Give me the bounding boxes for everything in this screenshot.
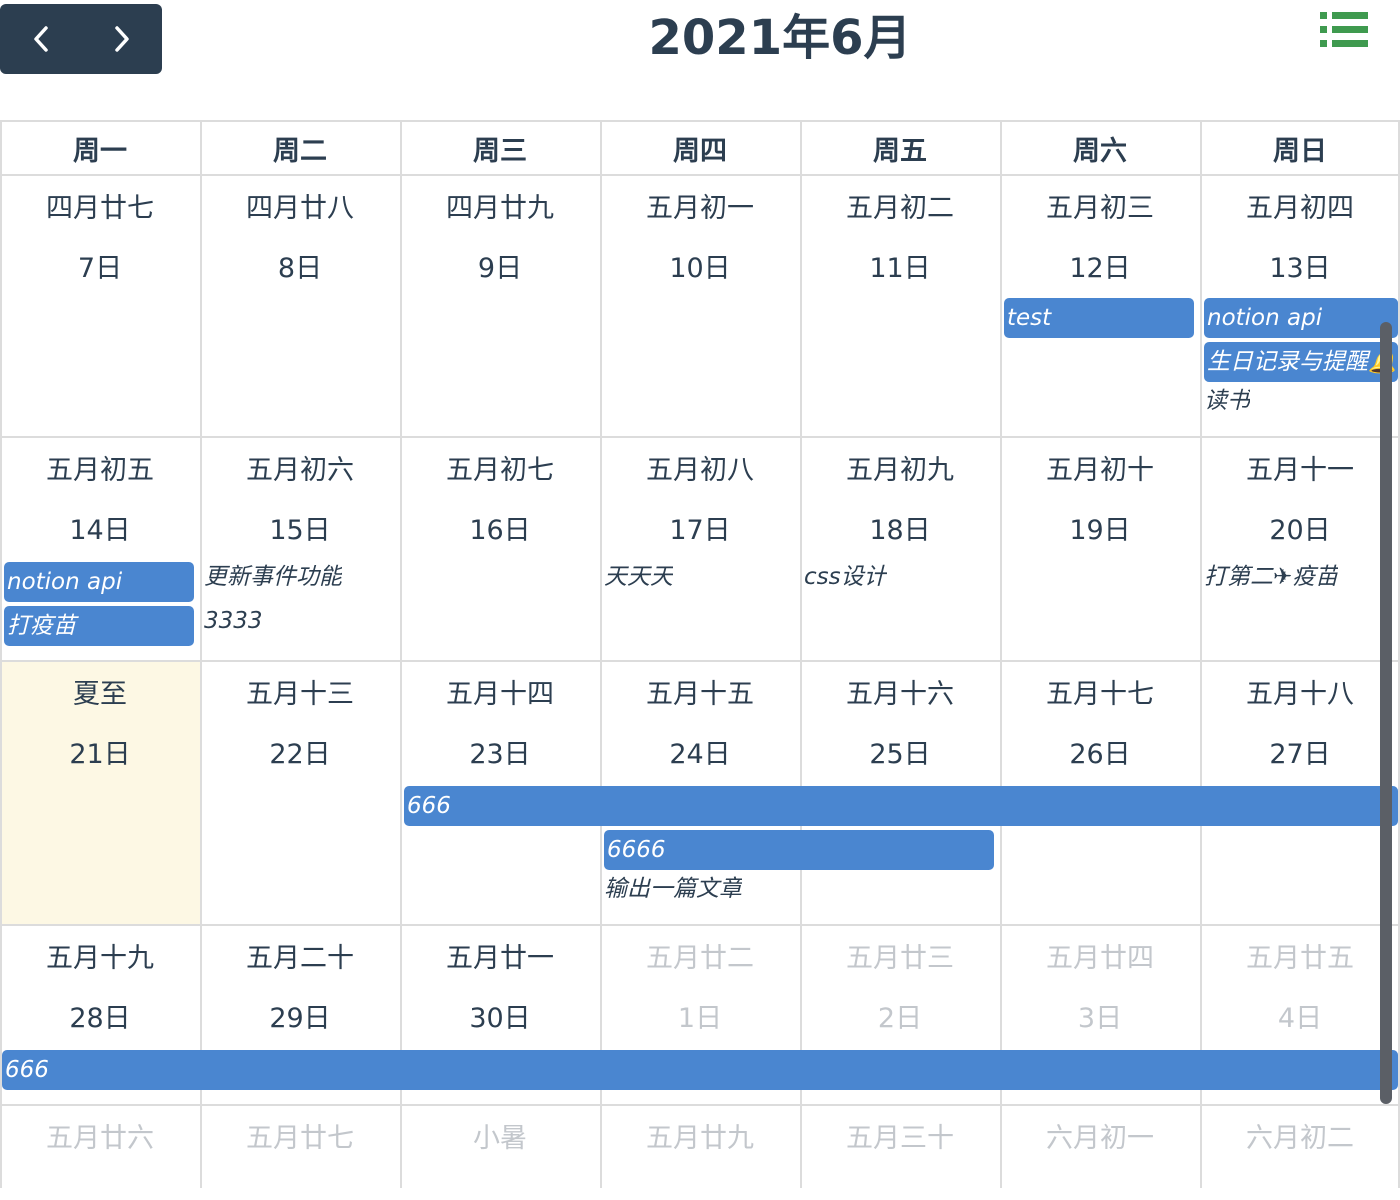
lunar-date: 五月初二 xyxy=(846,193,954,224)
event-bar[interactable]: 打疫苗 xyxy=(4,606,194,646)
lunar-date: 五月初九 xyxy=(846,455,954,486)
lunar-date: 五月初三 xyxy=(1046,193,1154,224)
lunar-date: 五月十五 xyxy=(646,679,754,710)
solar-date: 2日 xyxy=(877,1003,923,1034)
chevron-left-icon xyxy=(33,26,48,52)
scrollbar-thumb[interactable] xyxy=(1380,322,1392,1104)
solar-date: 25日 xyxy=(869,739,931,770)
lunar-date: 五月廿七 xyxy=(246,1123,354,1154)
event-bar[interactable]: test xyxy=(1004,298,1194,338)
solar-date: 14日 xyxy=(69,515,131,546)
lunar-date: 夏至 xyxy=(73,679,127,710)
lunar-date: 五月初八 xyxy=(646,455,754,486)
solar-date: 23日 xyxy=(469,739,531,770)
solar-date: 20日 xyxy=(1269,515,1331,546)
lunar-date: 五月廿一 xyxy=(446,943,554,974)
solar-date: 8日 xyxy=(277,253,323,284)
lunar-date: 五月十九 xyxy=(46,943,154,974)
event-text[interactable]: 天天天 xyxy=(604,562,673,592)
lunar-date: 六月初一 xyxy=(1046,1123,1154,1154)
event-bar[interactable]: 666 xyxy=(404,786,1398,826)
weekday-header: 周一 xyxy=(73,135,127,167)
lunar-date: 四月廿七 xyxy=(46,193,154,224)
lunar-date: 四月廿八 xyxy=(246,193,354,224)
solar-date: 18日 xyxy=(869,515,931,546)
lunar-date: 五月廿五 xyxy=(1246,943,1354,974)
solar-date: 11日 xyxy=(869,253,931,284)
lunar-date: 五月十一 xyxy=(1246,455,1354,486)
event-bar[interactable]: 666 xyxy=(2,1050,1398,1090)
solar-date: 17日 xyxy=(669,515,731,546)
solar-date: 27日 xyxy=(1269,739,1331,770)
lunar-date: 五月廿四 xyxy=(1046,943,1154,974)
lunar-date: 五月廿二 xyxy=(646,943,754,974)
solar-date: 28日 xyxy=(69,1003,131,1034)
solar-date: 13日 xyxy=(1269,253,1331,284)
event-bar[interactable]: 生日记录与提醒🔔 xyxy=(1204,342,1398,382)
lunar-date: 五月十七 xyxy=(1046,679,1154,710)
event-bar[interactable]: 6666 xyxy=(604,830,994,870)
solar-date: 29日 xyxy=(269,1003,331,1034)
solar-date: 15日 xyxy=(269,515,331,546)
month-nav-group xyxy=(0,4,162,74)
event-text[interactable]: 读书 xyxy=(1204,386,1250,416)
event-text[interactable]: 更新事件功能 xyxy=(204,562,342,592)
lunar-date: 四月廿九 xyxy=(446,193,554,224)
calendar-grid: 周一 周二 周三 周四 周五 周六 周日 四月廿七 7日 四月廿八 8日 四月廿九 9日 五月初一 10日五… xyxy=(0,120,1400,1188)
lunar-date: 五月初六 xyxy=(246,455,354,486)
lunar-date: 五月初七 xyxy=(446,455,554,486)
event-text[interactable]: 打第二✈疫苗 xyxy=(1204,562,1338,592)
solar-date: 12日 xyxy=(1069,253,1131,284)
calendar-title: 2021年6月 xyxy=(648,10,912,66)
solar-date: 9日 xyxy=(477,253,523,284)
event-bar[interactable]: notion api xyxy=(1204,298,1398,338)
lunar-date: 五月初五 xyxy=(46,455,154,486)
lunar-date: 五月廿六 xyxy=(46,1123,154,1154)
weekday-header: 周四 xyxy=(673,135,727,167)
solar-date: 10日 xyxy=(669,253,731,284)
next-month-button[interactable] xyxy=(81,4,162,74)
lunar-date: 五月廿三 xyxy=(846,943,954,974)
lunar-date: 五月十八 xyxy=(1246,679,1354,710)
lunar-date: 五月十六 xyxy=(846,679,954,710)
event-text[interactable]: css设计 xyxy=(804,562,887,592)
solar-date: 1日 xyxy=(677,1003,723,1034)
lunar-date: 五月二十 xyxy=(246,943,354,974)
lunar-date: 五月初四 xyxy=(1246,193,1354,224)
lunar-date: 六月初二 xyxy=(1246,1123,1354,1154)
lunar-date: 小暑 xyxy=(473,1123,527,1154)
weekday-header: 周日 xyxy=(1273,135,1327,167)
weekday-header: 周二 xyxy=(273,135,327,167)
solar-date: 3日 xyxy=(1077,1003,1123,1034)
solar-date: 22日 xyxy=(269,739,331,770)
solar-date: 16日 xyxy=(469,515,531,546)
solar-date: 7日 xyxy=(77,253,123,284)
solar-date: 26日 xyxy=(1069,739,1131,770)
chevron-right-icon xyxy=(114,26,129,52)
solar-date: 24日 xyxy=(669,739,731,770)
list-icon[interactable] xyxy=(1318,10,1370,50)
solar-date: 30日 xyxy=(469,1003,531,1034)
lunar-date: 五月三十 xyxy=(846,1123,954,1154)
lunar-date: 五月十三 xyxy=(246,679,354,710)
lunar-date: 五月初一 xyxy=(646,193,754,224)
prev-month-button[interactable] xyxy=(0,4,81,74)
weekday-header: 周六 xyxy=(1073,135,1127,167)
lunar-date: 五月廿九 xyxy=(646,1123,754,1154)
lunar-date: 五月初十 xyxy=(1046,455,1154,486)
weekday-header: 周五 xyxy=(873,135,927,167)
event-bar[interactable]: notion api xyxy=(4,562,194,602)
event-text[interactable]: 输出一篇文章 xyxy=(604,874,742,904)
event-text[interactable]: 3333 xyxy=(204,606,263,636)
solar-date: 4日 xyxy=(1277,1003,1323,1034)
solar-date: 19日 xyxy=(1069,515,1131,546)
weekday-header: 周三 xyxy=(473,135,527,167)
solar-date: 21日 xyxy=(69,739,131,770)
lunar-date: 五月十四 xyxy=(446,679,554,710)
